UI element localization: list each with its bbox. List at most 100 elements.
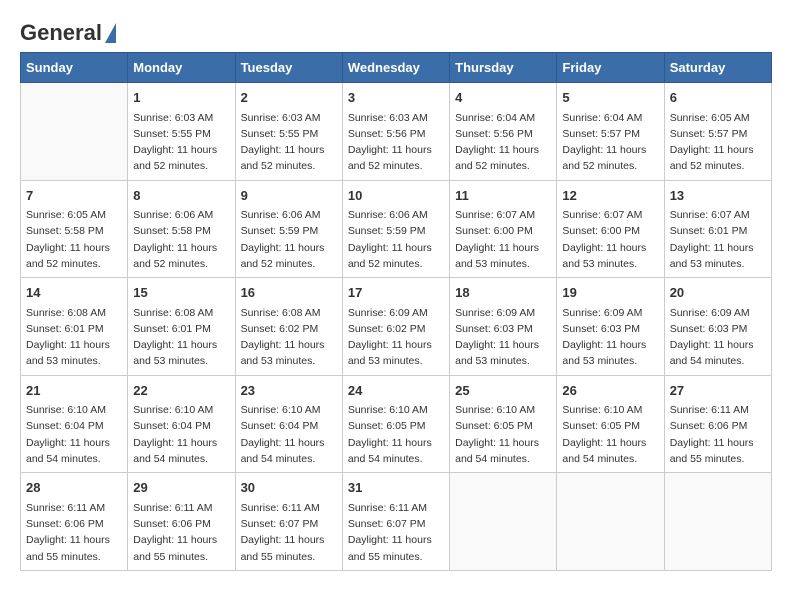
day-number: 25 [455, 381, 551, 401]
day-info: Sunrise: 6:07 AM Sunset: 6:00 PM Dayligh… [562, 207, 658, 272]
calendar-body: 1Sunrise: 6:03 AM Sunset: 5:55 PM Daylig… [21, 83, 772, 571]
calendar-cell: 21Sunrise: 6:10 AM Sunset: 6:04 PM Dayli… [21, 375, 128, 473]
day-number: 31 [348, 478, 444, 498]
page-header: General [20, 20, 772, 42]
calendar-cell: 23Sunrise: 6:10 AM Sunset: 6:04 PM Dayli… [235, 375, 342, 473]
calendar-cell: 3Sunrise: 6:03 AM Sunset: 5:56 PM Daylig… [342, 83, 449, 181]
day-number: 11 [455, 186, 551, 206]
day-number: 15 [133, 283, 229, 303]
day-info: Sunrise: 6:11 AM Sunset: 6:07 PM Dayligh… [241, 500, 337, 565]
calendar-cell: 22Sunrise: 6:10 AM Sunset: 6:04 PM Dayli… [128, 375, 235, 473]
day-number: 4 [455, 88, 551, 108]
day-number: 10 [348, 186, 444, 206]
day-info: Sunrise: 6:09 AM Sunset: 6:03 PM Dayligh… [562, 305, 658, 370]
calendar-cell: 10Sunrise: 6:06 AM Sunset: 5:59 PM Dayli… [342, 180, 449, 278]
day-info: Sunrise: 6:09 AM Sunset: 6:02 PM Dayligh… [348, 305, 444, 370]
day-number: 24 [348, 381, 444, 401]
calendar-cell: 5Sunrise: 6:04 AM Sunset: 5:57 PM Daylig… [557, 83, 664, 181]
day-info: Sunrise: 6:08 AM Sunset: 6:02 PM Dayligh… [241, 305, 337, 370]
day-number: 2 [241, 88, 337, 108]
calendar-cell: 6Sunrise: 6:05 AM Sunset: 5:57 PM Daylig… [664, 83, 771, 181]
calendar-cell: 7Sunrise: 6:05 AM Sunset: 5:58 PM Daylig… [21, 180, 128, 278]
calendar-cell: 19Sunrise: 6:09 AM Sunset: 6:03 PM Dayli… [557, 278, 664, 376]
header-row: SundayMondayTuesdayWednesdayThursdayFrid… [21, 53, 772, 83]
calendar-cell: 8Sunrise: 6:06 AM Sunset: 5:58 PM Daylig… [128, 180, 235, 278]
day-info: Sunrise: 6:05 AM Sunset: 5:57 PM Dayligh… [670, 110, 766, 175]
header-day-monday: Monday [128, 53, 235, 83]
calendar-cell: 25Sunrise: 6:10 AM Sunset: 6:05 PM Dayli… [450, 375, 557, 473]
calendar-cell: 27Sunrise: 6:11 AM Sunset: 6:06 PM Dayli… [664, 375, 771, 473]
header-day-friday: Friday [557, 53, 664, 83]
header-day-wednesday: Wednesday [342, 53, 449, 83]
week-row-2: 7Sunrise: 6:05 AM Sunset: 5:58 PM Daylig… [21, 180, 772, 278]
day-number: 7 [26, 186, 122, 206]
calendar-cell: 12Sunrise: 6:07 AM Sunset: 6:00 PM Dayli… [557, 180, 664, 278]
header-day-thursday: Thursday [450, 53, 557, 83]
day-info: Sunrise: 6:09 AM Sunset: 6:03 PM Dayligh… [455, 305, 551, 370]
day-info: Sunrise: 6:06 AM Sunset: 5:59 PM Dayligh… [348, 207, 444, 272]
calendar-cell: 4Sunrise: 6:04 AM Sunset: 5:56 PM Daylig… [450, 83, 557, 181]
calendar-cell: 11Sunrise: 6:07 AM Sunset: 6:00 PM Dayli… [450, 180, 557, 278]
calendar-cell: 20Sunrise: 6:09 AM Sunset: 6:03 PM Dayli… [664, 278, 771, 376]
calendar-table: SundayMondayTuesdayWednesdayThursdayFrid… [20, 52, 772, 571]
day-info: Sunrise: 6:03 AM Sunset: 5:56 PM Dayligh… [348, 110, 444, 175]
calendar-cell: 1Sunrise: 6:03 AM Sunset: 5:55 PM Daylig… [128, 83, 235, 181]
day-info: Sunrise: 6:10 AM Sunset: 6:05 PM Dayligh… [562, 402, 658, 467]
day-info: Sunrise: 6:11 AM Sunset: 6:07 PM Dayligh… [348, 500, 444, 565]
calendar-cell [450, 473, 557, 571]
day-number: 18 [455, 283, 551, 303]
day-info: Sunrise: 6:06 AM Sunset: 5:58 PM Dayligh… [133, 207, 229, 272]
day-number: 3 [348, 88, 444, 108]
calendar-cell: 17Sunrise: 6:09 AM Sunset: 6:02 PM Dayli… [342, 278, 449, 376]
header-day-saturday: Saturday [664, 53, 771, 83]
day-info: Sunrise: 6:08 AM Sunset: 6:01 PM Dayligh… [26, 305, 122, 370]
day-info: Sunrise: 6:11 AM Sunset: 6:06 PM Dayligh… [26, 500, 122, 565]
day-info: Sunrise: 6:03 AM Sunset: 5:55 PM Dayligh… [241, 110, 337, 175]
day-info: Sunrise: 6:10 AM Sunset: 6:04 PM Dayligh… [133, 402, 229, 467]
day-info: Sunrise: 6:10 AM Sunset: 6:05 PM Dayligh… [348, 402, 444, 467]
day-info: Sunrise: 6:11 AM Sunset: 6:06 PM Dayligh… [670, 402, 766, 467]
day-number: 29 [133, 478, 229, 498]
day-info: Sunrise: 6:03 AM Sunset: 5:55 PM Dayligh… [133, 110, 229, 175]
day-number: 1 [133, 88, 229, 108]
day-info: Sunrise: 6:09 AM Sunset: 6:03 PM Dayligh… [670, 305, 766, 370]
day-number: 22 [133, 381, 229, 401]
header-day-tuesday: Tuesday [235, 53, 342, 83]
day-number: 5 [562, 88, 658, 108]
header-day-sunday: Sunday [21, 53, 128, 83]
calendar-cell: 9Sunrise: 6:06 AM Sunset: 5:59 PM Daylig… [235, 180, 342, 278]
day-number: 12 [562, 186, 658, 206]
calendar-cell: 31Sunrise: 6:11 AM Sunset: 6:07 PM Dayli… [342, 473, 449, 571]
calendar-cell: 14Sunrise: 6:08 AM Sunset: 6:01 PM Dayli… [21, 278, 128, 376]
day-info: Sunrise: 6:10 AM Sunset: 6:04 PM Dayligh… [26, 402, 122, 467]
calendar-cell: 18Sunrise: 6:09 AM Sunset: 6:03 PM Dayli… [450, 278, 557, 376]
day-number: 14 [26, 283, 122, 303]
logo-icon [105, 23, 116, 43]
day-info: Sunrise: 6:05 AM Sunset: 5:58 PM Dayligh… [26, 207, 122, 272]
day-number: 19 [562, 283, 658, 303]
calendar-cell: 28Sunrise: 6:11 AM Sunset: 6:06 PM Dayli… [21, 473, 128, 571]
day-number: 17 [348, 283, 444, 303]
day-info: Sunrise: 6:10 AM Sunset: 6:04 PM Dayligh… [241, 402, 337, 467]
day-number: 8 [133, 186, 229, 206]
day-info: Sunrise: 6:11 AM Sunset: 6:06 PM Dayligh… [133, 500, 229, 565]
calendar-cell [557, 473, 664, 571]
calendar-cell: 29Sunrise: 6:11 AM Sunset: 6:06 PM Dayli… [128, 473, 235, 571]
week-row-5: 28Sunrise: 6:11 AM Sunset: 6:06 PM Dayli… [21, 473, 772, 571]
calendar-cell: 13Sunrise: 6:07 AM Sunset: 6:01 PM Dayli… [664, 180, 771, 278]
day-info: Sunrise: 6:06 AM Sunset: 5:59 PM Dayligh… [241, 207, 337, 272]
day-info: Sunrise: 6:04 AM Sunset: 5:57 PM Dayligh… [562, 110, 658, 175]
logo-general: General [20, 20, 102, 46]
day-info: Sunrise: 6:10 AM Sunset: 6:05 PM Dayligh… [455, 402, 551, 467]
day-number: 28 [26, 478, 122, 498]
day-info: Sunrise: 6:04 AM Sunset: 5:56 PM Dayligh… [455, 110, 551, 175]
day-number: 13 [670, 186, 766, 206]
calendar-cell [664, 473, 771, 571]
day-number: 23 [241, 381, 337, 401]
calendar-cell: 16Sunrise: 6:08 AM Sunset: 6:02 PM Dayli… [235, 278, 342, 376]
week-row-4: 21Sunrise: 6:10 AM Sunset: 6:04 PM Dayli… [21, 375, 772, 473]
day-info: Sunrise: 6:07 AM Sunset: 6:01 PM Dayligh… [670, 207, 766, 272]
day-number: 26 [562, 381, 658, 401]
calendar-cell: 2Sunrise: 6:03 AM Sunset: 5:55 PM Daylig… [235, 83, 342, 181]
calendar-cell: 15Sunrise: 6:08 AM Sunset: 6:01 PM Dayli… [128, 278, 235, 376]
